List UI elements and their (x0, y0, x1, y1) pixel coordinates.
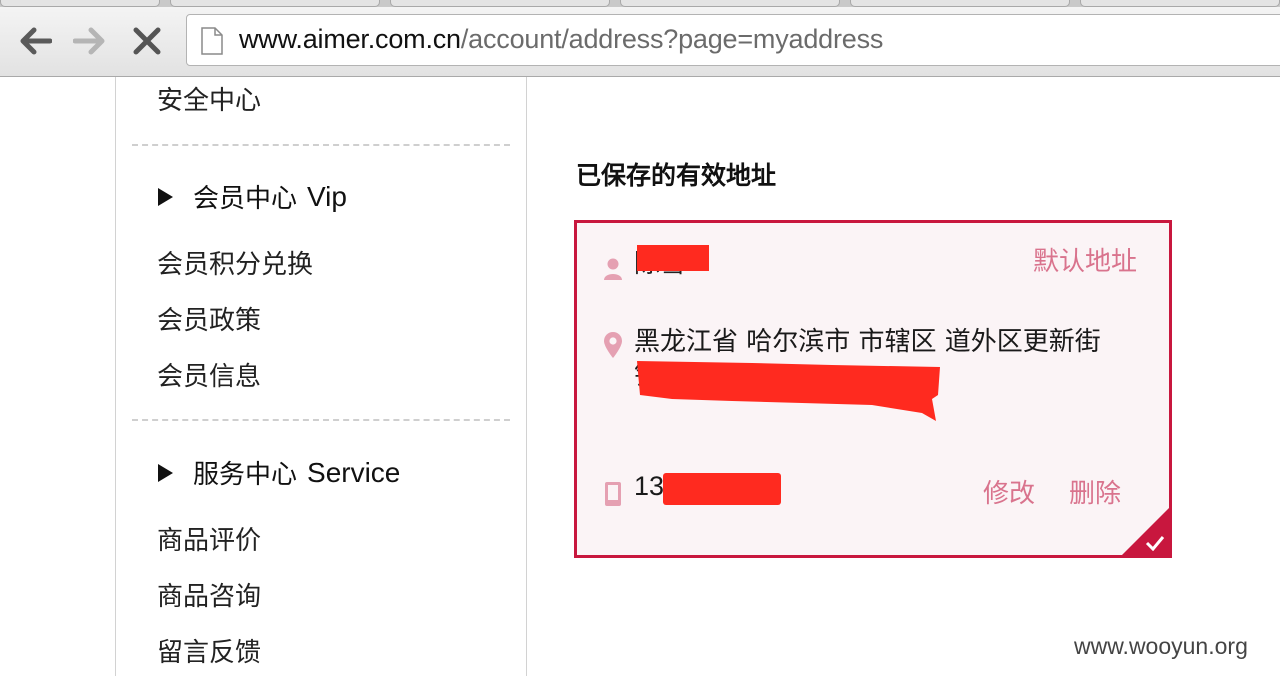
watermark: www.wooyun.org (1074, 633, 1248, 659)
divider (132, 419, 510, 421)
sidebar-item-member-policy[interactable]: 会员政策 (157, 300, 261, 337)
member-center-title: 会员中心 (193, 184, 298, 214)
url-text: www.aimer.com.cn/account/address?page=my… (239, 24, 883, 55)
address-card[interactable]: 陈雪 默认地址 黑龙江省 哈尔滨市 市辖区 道外区更新街 镇江 13 19 修改… (574, 220, 1172, 558)
close-icon (133, 27, 161, 55)
browser-tab[interactable] (390, 0, 610, 7)
back-button[interactable] (15, 21, 55, 61)
edit-address-button[interactable]: 修改 (983, 473, 1035, 510)
sidebar-item-security[interactable]: 安全中心 (157, 80, 261, 117)
browser-tab[interactable] (620, 0, 840, 7)
url-path: /account/address?page=myaddress (460, 24, 884, 54)
forward-arrow-icon (73, 27, 105, 55)
sidebar-item-points-exchange[interactable]: 会员积分兑换 (157, 244, 313, 281)
check-icon (1145, 536, 1165, 551)
service-center-title-en: Service (307, 456, 401, 488)
user-icon (604, 258, 622, 280)
browser-tab[interactable] (170, 0, 380, 7)
browser-tab[interactable] (1080, 0, 1280, 7)
phone-icon (605, 482, 621, 506)
url-host: www.aimer.com.cn (239, 24, 461, 54)
service-center-heading: 服务中心 Service (158, 454, 400, 491)
tab-strip (0, 0, 1280, 7)
location-pin-icon (604, 332, 622, 358)
sidebar-item-product-inquiry[interactable]: 商品咨询 (157, 576, 261, 613)
divider (132, 144, 510, 146)
sidebar-item-member-info[interactable]: 会员信息 (157, 356, 261, 393)
triangle-icon (158, 187, 173, 206)
address-bar[interactable]: www.aimer.com.cn/account/address?page=my… (186, 14, 1280, 66)
address-line-1: 黑龙江省 哈尔滨市 市辖区 道外区更新街 (634, 327, 1101, 357)
sidebar-item-feedback[interactable]: 留言反馈 (157, 632, 261, 669)
forward-button[interactable] (70, 21, 110, 61)
page-title: 已保存的有效地址 (576, 161, 777, 190)
default-address-label: 默认地址 (1032, 247, 1137, 277)
browser-toolbar: www.aimer.com.cn/account/address?page=my… (0, 7, 1280, 77)
back-arrow-icon (20, 27, 52, 55)
browser-tab[interactable] (0, 0, 160, 7)
redaction-mark (637, 361, 940, 421)
redaction-mark (637, 245, 709, 271)
sidebar-item-product-review[interactable]: 商品评价 (157, 520, 261, 557)
stop-button[interactable] (127, 21, 167, 61)
service-center-title: 服务中心 (193, 460, 298, 490)
account-sidebar: 安全中心 会员中心 Vip 会员积分兑换 会员政策 会员信息 服务中心 Serv… (115, 77, 527, 676)
redaction-mark (663, 473, 781, 505)
page-icon (201, 27, 223, 55)
member-center-title-en: Vip (307, 180, 347, 212)
member-center-heading: 会员中心 Vip (158, 178, 347, 215)
browser-tab[interactable] (850, 0, 1070, 7)
delete-address-button[interactable]: 删除 (1069, 473, 1121, 510)
triangle-icon (158, 463, 173, 482)
